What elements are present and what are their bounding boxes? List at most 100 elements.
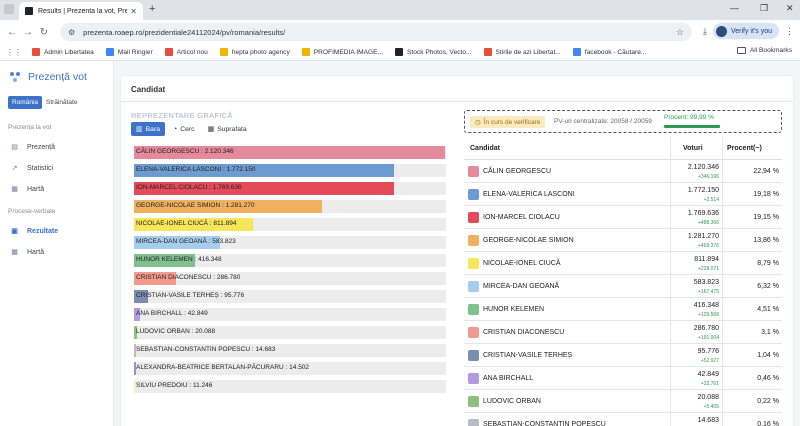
candidate-name: CĂLIN GEORGESCU <box>483 168 552 175</box>
candidate-color-swatch <box>468 189 479 200</box>
tab-bara[interactable]: ▥ Bara <box>131 122 165 136</box>
bar-label: LUDOVIC ORBAN : 20.088 <box>136 328 215 335</box>
table-row[interactable]: SEBASTIAN-CONSTANTIN POPESCU 14.683 0,16 % <box>464 413 782 426</box>
bookmark-favicon-icon <box>572 48 581 56</box>
sidebar-item-harta-pv[interactable]: ▦ Hartă <box>10 248 45 257</box>
profile-verify-button[interactable]: Verify it's you <box>712 23 779 39</box>
url-text: prezenta.roaep.ro/prezidentiale24112024/… <box>83 27 286 37</box>
menu-icon[interactable]: ⋮ <box>785 26 794 37</box>
switch-romania[interactable]: România <box>8 96 43 109</box>
bookmark-item[interactable]: Stirile de azi Libertat... <box>483 48 561 56</box>
table-row[interactable]: NICOLAE-IONEL CIUCĂ 811.894 +228.071 8,79 % <box>464 252 782 275</box>
bar-row[interactable]: ALEXANDRA-BEATRICE BERTALAN-PĂCURARU : 1… <box>134 362 446 375</box>
app-logo[interactable]: Prezență vot <box>10 71 87 83</box>
bar-row[interactable]: SILVIU PREDOIU : 11.246 <box>134 380 446 393</box>
votes-delta: +129.568 <box>698 312 719 318</box>
table-row[interactable]: CRISTIAN-VASILE TERHEȘ 95.776 +52.927 1,04 … <box>464 344 782 367</box>
candidate-color-swatch <box>468 350 479 361</box>
bookmark-item[interactable]: Mail Ringier <box>105 48 153 56</box>
graphic-heading: REPREZENTARE GRAFICĂ <box>131 111 233 120</box>
bar-row[interactable]: NICOLAE-IONEL CIUCĂ : 811.894 <box>134 218 446 231</box>
bar-row[interactable]: SEBASTIAN-CONSTANTIN POPESCU : 14.683 <box>134 344 446 357</box>
candidate-color-swatch <box>468 235 479 246</box>
browser-tab-bar: Results | Prezenta la vot, Prezid ✕ + — … <box>0 0 800 20</box>
forward-icon[interactable]: → <box>20 27 36 38</box>
percent-value: 19,18 % <box>753 191 779 198</box>
site-info-icon[interactable]: ⚙ <box>68 28 75 37</box>
votes-delta: +346,196 <box>698 174 719 180</box>
bookmark-item[interactable]: hepta photo agency <box>219 48 290 56</box>
bar-row[interactable]: HUNOR KELEMEN : 416.348 <box>134 254 446 267</box>
percent-progress: Procent: 99,99 % <box>664 114 724 128</box>
tab-suprafata[interactable]: ▦ Suprafata <box>203 122 252 136</box>
table-row[interactable]: HUNOR KELEMEN 416.348 +129.568 4,51 % <box>464 298 782 321</box>
bar-row[interactable]: GEORGE-NICOLAE SIMION : 1.281.270 <box>134 200 446 213</box>
back-icon[interactable]: ← <box>4 27 20 38</box>
reload-icon[interactable]: ↻ <box>36 27 52 38</box>
bookmark-item[interactable]: facebook - Căutare... <box>572 48 646 56</box>
bar-row[interactable]: ANA BIRCHALL : 42.849 <box>134 308 446 321</box>
bar-row[interactable]: CRISTIAN-VASILE TERHEȘ : 95.776 <box>134 290 446 303</box>
bookmark-favicon-icon <box>483 48 492 56</box>
bar-label: ELENA-VALERICA LASCONI : 1.772.150 <box>136 166 255 173</box>
sidebar: Prezență vot România Străinătate Prezenț… <box>0 61 114 426</box>
bar-label: NICOLAE-IONEL CIUCĂ : 811.894 <box>136 220 236 227</box>
votes-value: 20.088 <box>697 394 719 401</box>
bookmark-item[interactable]: Admin Libertatea <box>32 48 94 56</box>
bar-row[interactable]: LUDOVIC ORBAN : 20.088 <box>134 326 446 339</box>
bookmark-item[interactable]: Articol nou <box>164 48 208 56</box>
bar-value: 11.246 <box>192 382 213 389</box>
votes-delta: +469.376 <box>698 243 719 249</box>
candidate-color-swatch <box>468 419 479 426</box>
sidebar-item-statistici[interactable]: ↗ Statistici <box>10 164 54 173</box>
bar-row[interactable]: CRISTIAN DIACONESCU : 286.780 <box>134 272 446 285</box>
new-tab-button[interactable]: + <box>149 3 155 15</box>
bar-value: 811.894 <box>213 220 237 227</box>
sidebar-item-label: Hartă <box>27 248 45 256</box>
tab-cerc[interactable]: ◔ Cerc <box>168 122 200 136</box>
table-row[interactable]: ANA BIRCHALL 42.849 +22.761 0,46 % <box>464 367 782 390</box>
votes-cell: 811.894 +228.071 <box>674 252 719 275</box>
votes-value: 2.120.346 <box>687 164 719 171</box>
bar-label: ION-MARCEL CIOLACU : 1.769.636 <box>136 184 242 191</box>
candidate-color-swatch <box>468 212 479 223</box>
bar-row[interactable]: ION-MARCEL CIOLACU : 1.769.636 <box>134 182 446 195</box>
table-row[interactable]: GEORGE-NICOLAE SIMION 1.281.270 +469.376 13… <box>464 229 782 252</box>
bar-row[interactable]: ELENA-VALERICA LASCONI : 1.772.150 <box>134 164 446 177</box>
download-icon[interactable]: ⤓ <box>703 26 707 37</box>
tab-list-button[interactable] <box>4 4 14 14</box>
maximize-icon[interactable]: ❐ <box>760 3 768 14</box>
bar-row[interactable]: MIRCEA-DAN GEOANĂ : 583.823 <box>134 236 446 249</box>
table-row[interactable]: CĂLIN GEORGESCU 2.120.346 +346,196 22,94 % <box>464 160 782 183</box>
bar-label: HUNOR KELEMEN : 416.348 <box>136 256 222 263</box>
bookmark-star-icon[interactable]: ☆ <box>676 27 684 38</box>
table-row[interactable]: CRISTIAN DIACONESCU 286.780 +191.004 3,1 % <box>464 321 782 344</box>
bar-label: GEORGE-NICOLAE SIMION : 1.281.270 <box>136 202 255 209</box>
address-bar[interactable]: ⚙ prezenta.roaep.ro/prezidentiale2411202… <box>60 23 692 41</box>
table-row[interactable]: MIRCEA-DAN GEOANĂ 583.823 +167.475 6,32 % <box>464 275 782 298</box>
bookmark-item[interactable]: PROFIMEDIA IMAGE... <box>301 48 383 56</box>
bookmark-item[interactable]: Stock Photos, Vecto... <box>395 48 472 56</box>
bar-row[interactable]: CĂLIN GEORGESCU : 2.120.346 <box>134 146 446 159</box>
switch-strainatate[interactable]: Străinătate <box>42 96 81 109</box>
results-icon: ▣ <box>11 228 18 235</box>
minimize-icon[interactable]: — <box>730 3 739 13</box>
table-row[interactable]: LUDOVIC ORBAN 20.088 +5.405 0,22 % <box>464 390 782 413</box>
bookmark-favicon-icon <box>32 48 40 56</box>
sidebar-item-rezultate[interactable]: ▣ Rezultate <box>10 227 58 236</box>
section-heading-prezenta: Prezența la vot <box>8 124 52 131</box>
bookmark-label: Admin Libertatea <box>44 48 94 56</box>
table-row[interactable]: ELENA-VALERICA LASCONI 1.772.150 +2.514 19,… <box>464 183 782 206</box>
apps-icon[interactable]: ⋮⋮ <box>6 48 22 57</box>
table-row[interactable]: ION-MARCEL CIOLACU 1.769.636 +488.366 19,15… <box>464 206 782 229</box>
sidebar-item-harta[interactable]: ▦ Hartă <box>10 185 44 194</box>
browser-tab[interactable]: Results | Prezenta la vot, Prezid ✕ <box>19 2 143 20</box>
all-bookmarks-button[interactable]: All Bookmarks <box>736 47 792 54</box>
votes-value: 286.780 <box>693 325 719 332</box>
tab-close-icon[interactable]: ✕ <box>130 7 137 16</box>
bar-label: SILVIU PREDOIU : 11.246 <box>136 382 212 389</box>
bar-label: ANA BIRCHALL : 42.849 <box>136 310 208 317</box>
sidebar-item-prezenta[interactable]: ▤ Prezență <box>10 143 55 152</box>
bar-value: 14.502 <box>289 364 310 371</box>
close-window-icon[interactable]: ✕ <box>786 3 794 14</box>
